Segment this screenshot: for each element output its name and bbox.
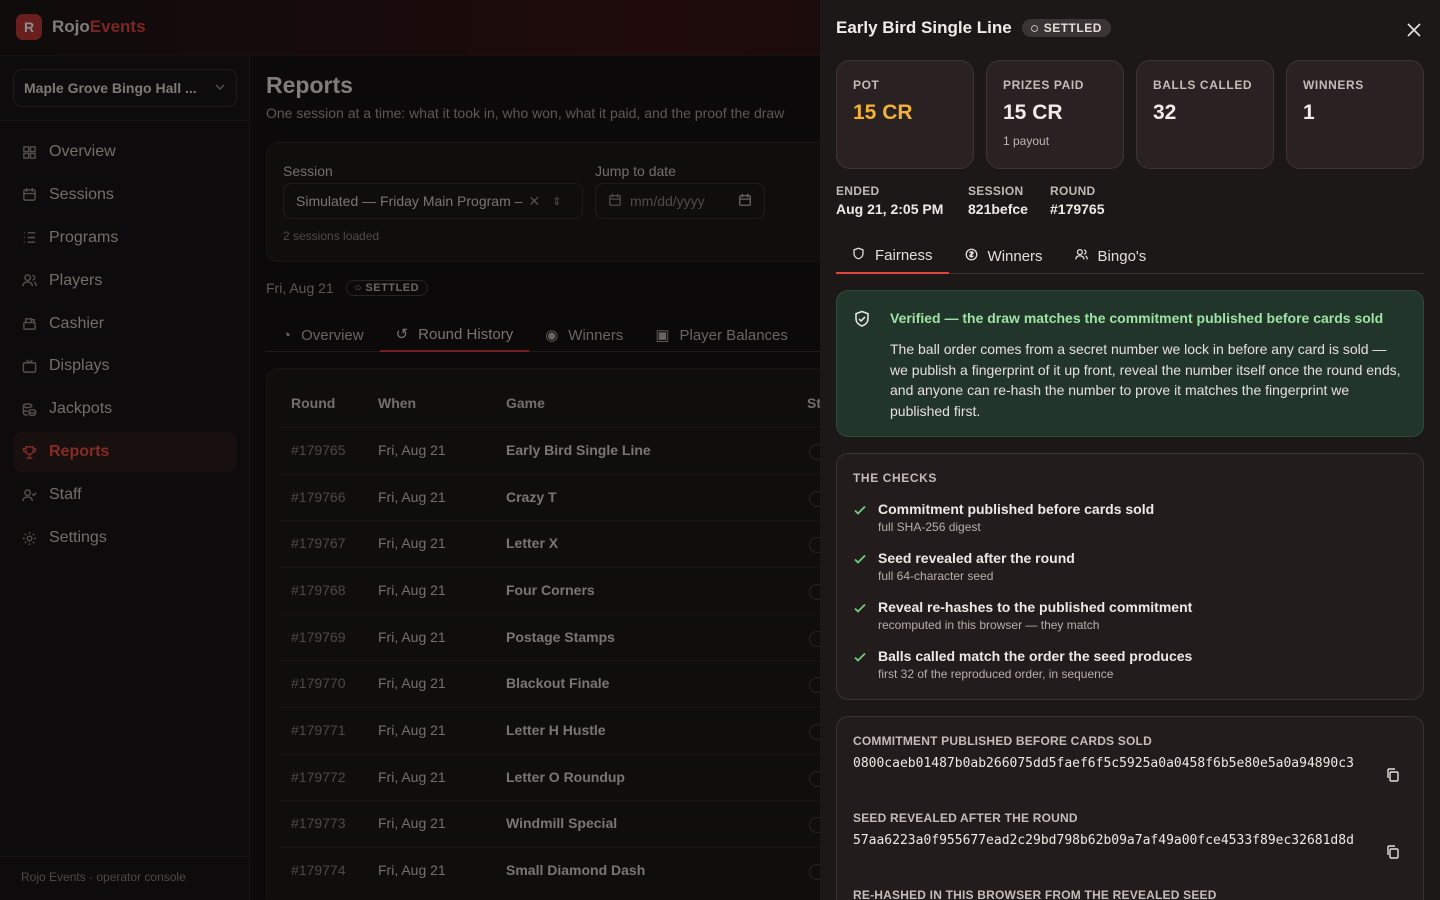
stat-card-prizes-paid: PRIZES PAID 15 CR 1 payout [986,60,1124,169]
check-title: Commitment published before cards sold [878,501,1155,517]
hashes-card: COMMITMENT PUBLISHED BEFORE CARDS SOLD 0… [836,716,1424,900]
meta-round: ROUND #179765 [1050,184,1105,217]
check-sub: full 64-character seed [878,569,994,583]
round-detail-drawer: Early Bird Single Line SETTLED POT 15 CR… [820,0,1440,900]
copy-icon[interactable] [1385,844,1401,860]
stat-value: 15 CR [853,101,913,124]
stat-sub: 1 payout [1003,134,1050,148]
meta-session: SESSION 821befce [968,184,1028,217]
stat-card-pot: POT 15 CR [836,60,974,169]
stat-value: 32 [1153,101,1177,124]
verified-banner: Verified — the draw matches the commitme… [836,290,1424,437]
check-title: Reveal re-hashes to the published commit… [878,599,1193,615]
meta-label: SESSION [968,184,1024,198]
drawer-header: Early Bird Single Line SETTLED [836,18,1111,38]
check-icon [854,603,866,613]
stat-label: PRIZES PAID [1003,78,1085,92]
seed-value[interactable]: 57aa6223a0f955677ead2c29bd798b62b09a7af4… [853,831,1373,851]
stat-card-winners: WINNERS 1 [1286,60,1424,169]
checks-title: THE CHECKS [853,471,938,485]
meta-ended: ENDED Aug 21, 2:05 PM [836,184,943,217]
check-title: Seed revealed after the round [878,550,1075,566]
coin-icon [965,248,978,265]
tab-label: Fairness [875,246,933,264]
stat-label: BALLS CALLED [1153,78,1253,92]
stat-value: 1 [1303,101,1315,124]
checks-card: THE CHECKS Commitment published before c… [836,453,1424,700]
drawer-title: Early Bird Single Line [836,18,1012,37]
status-badge: SETTLED [1021,19,1111,37]
meta-value: 821befce [968,201,1028,217]
verified-title: Verified — the draw matches the commitme… [890,310,1384,326]
verified-body: The ball order comes from a secret numbe… [890,341,1401,419]
shield-check-icon [853,310,871,333]
status-badge-label: SETTLED [1043,21,1102,35]
check-icon [854,652,866,662]
tab-winners[interactable]: Winners [949,238,1059,274]
status-dot-icon [1030,24,1038,32]
commitment-hash[interactable]: 0800caeb01487b0ab266075dd5faef6f5c5925a0… [853,754,1373,774]
meta-value: Aug 21, 2:05 PM [836,201,944,217]
copy-icon[interactable] [1385,767,1401,783]
close-icon [1407,23,1421,37]
tab-fairness[interactable]: Fairness [836,238,949,274]
tab-bingos[interactable]: Bingo's [1059,238,1163,274]
stat-value: 15 CR [1003,101,1063,124]
users-icon [1074,248,1088,265]
tab-label: Bingo's [1097,247,1147,265]
check-sub: first 32 of the reproduced order, in seq… [878,667,1114,681]
check-icon [854,505,866,515]
hash-label: SEED REVEALED AFTER THE ROUND [853,811,1078,825]
shield-icon [852,247,865,264]
stat-label: WINNERS [1303,78,1364,92]
stat-label: POT [853,78,880,92]
check-title: Balls called match the order the seed pr… [878,648,1193,664]
tab-label: Winners [987,247,1043,265]
meta-value: #179765 [1050,201,1105,217]
drawer-tabs: Fairness Winners Bingo's [836,238,1424,274]
hash-label: COMMITMENT PUBLISHED BEFORE CARDS SOLD [853,734,1152,748]
modal-backdrop[interactable] [0,0,820,900]
check-sub: recomputed in this browser — they match [878,618,1100,632]
check-sub: full SHA-256 digest [878,520,981,534]
hash-label: RE-HASHED IN THIS BROWSER FROM THE REVEA… [853,888,1217,900]
meta-label: ENDED [836,184,880,198]
stat-card-balls-called: BALLS CALLED 32 [1136,60,1274,169]
close-button[interactable] [1404,20,1424,40]
check-icon [854,554,866,564]
meta-label: ROUND [1050,184,1096,198]
